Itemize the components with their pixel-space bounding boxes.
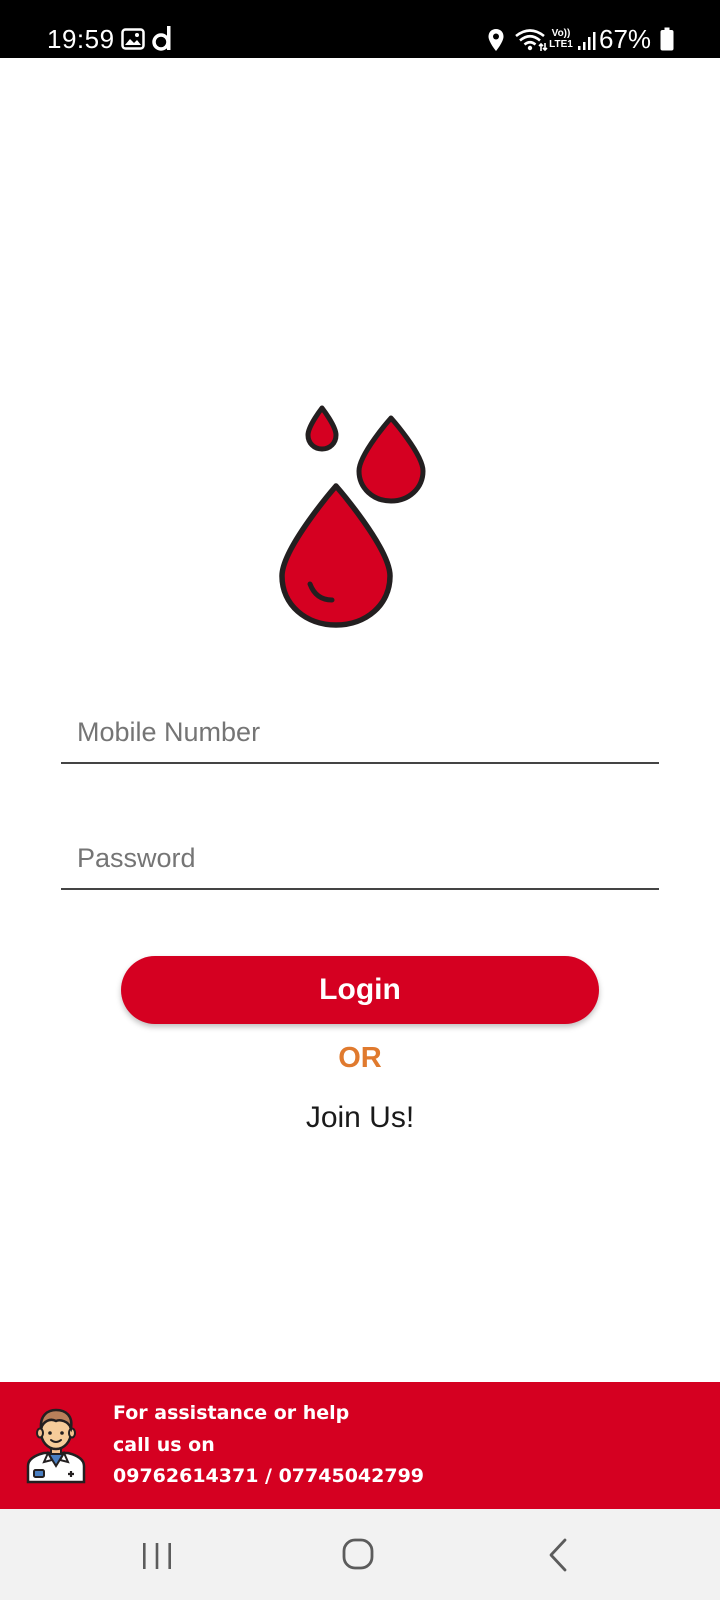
recent-apps-icon[interactable] — [140, 1541, 174, 1571]
large-blood-drop — [279, 483, 393, 628]
network-type-label: Vo)) LTE1 — [549, 28, 573, 50]
app-notification-icon — [152, 26, 171, 51]
battery-icon — [660, 27, 674, 51]
join-us-link[interactable]: Join Us! — [260, 1098, 460, 1138]
login-button[interactable]: Login — [121, 956, 599, 1024]
doctor-avatar — [26, 1408, 86, 1484]
location-icon — [488, 29, 504, 51]
mobile-number-input[interactable] — [61, 702, 659, 764]
battery-percent: 67% — [599, 24, 652, 54]
help-banner: For assistance or help call us on 097626… — [0, 1382, 720, 1509]
login-screen: 19:59 Vo)) LTE1 67% Mobile Number Login … — [0, 0, 720, 1600]
help-phone-numbers[interactable]: 09762614371 / 07745042799 — [113, 1464, 424, 1488]
password-input[interactable] — [61, 828, 659, 890]
help-text-line-2: call us on — [113, 1434, 215, 1456]
gallery-icon — [121, 28, 145, 50]
home-icon[interactable] — [341, 1537, 375, 1571]
wifi-icon — [515, 29, 548, 52]
back-icon[interactable] — [545, 1537, 571, 1573]
small-blood-drop — [305, 405, 339, 452]
help-text-line-1: For assistance or help — [113, 1402, 350, 1424]
blood-drops-logo — [279, 405, 426, 628]
signal-icon — [578, 32, 596, 50]
status-time: 19:59 — [47, 24, 115, 54]
status-bar: 19:59 Vo)) LTE1 67% — [0, 0, 720, 58]
or-separator: OR — [338, 1042, 382, 1074]
navigation-bar — [0, 1509, 720, 1600]
medium-blood-drop — [356, 415, 426, 504]
